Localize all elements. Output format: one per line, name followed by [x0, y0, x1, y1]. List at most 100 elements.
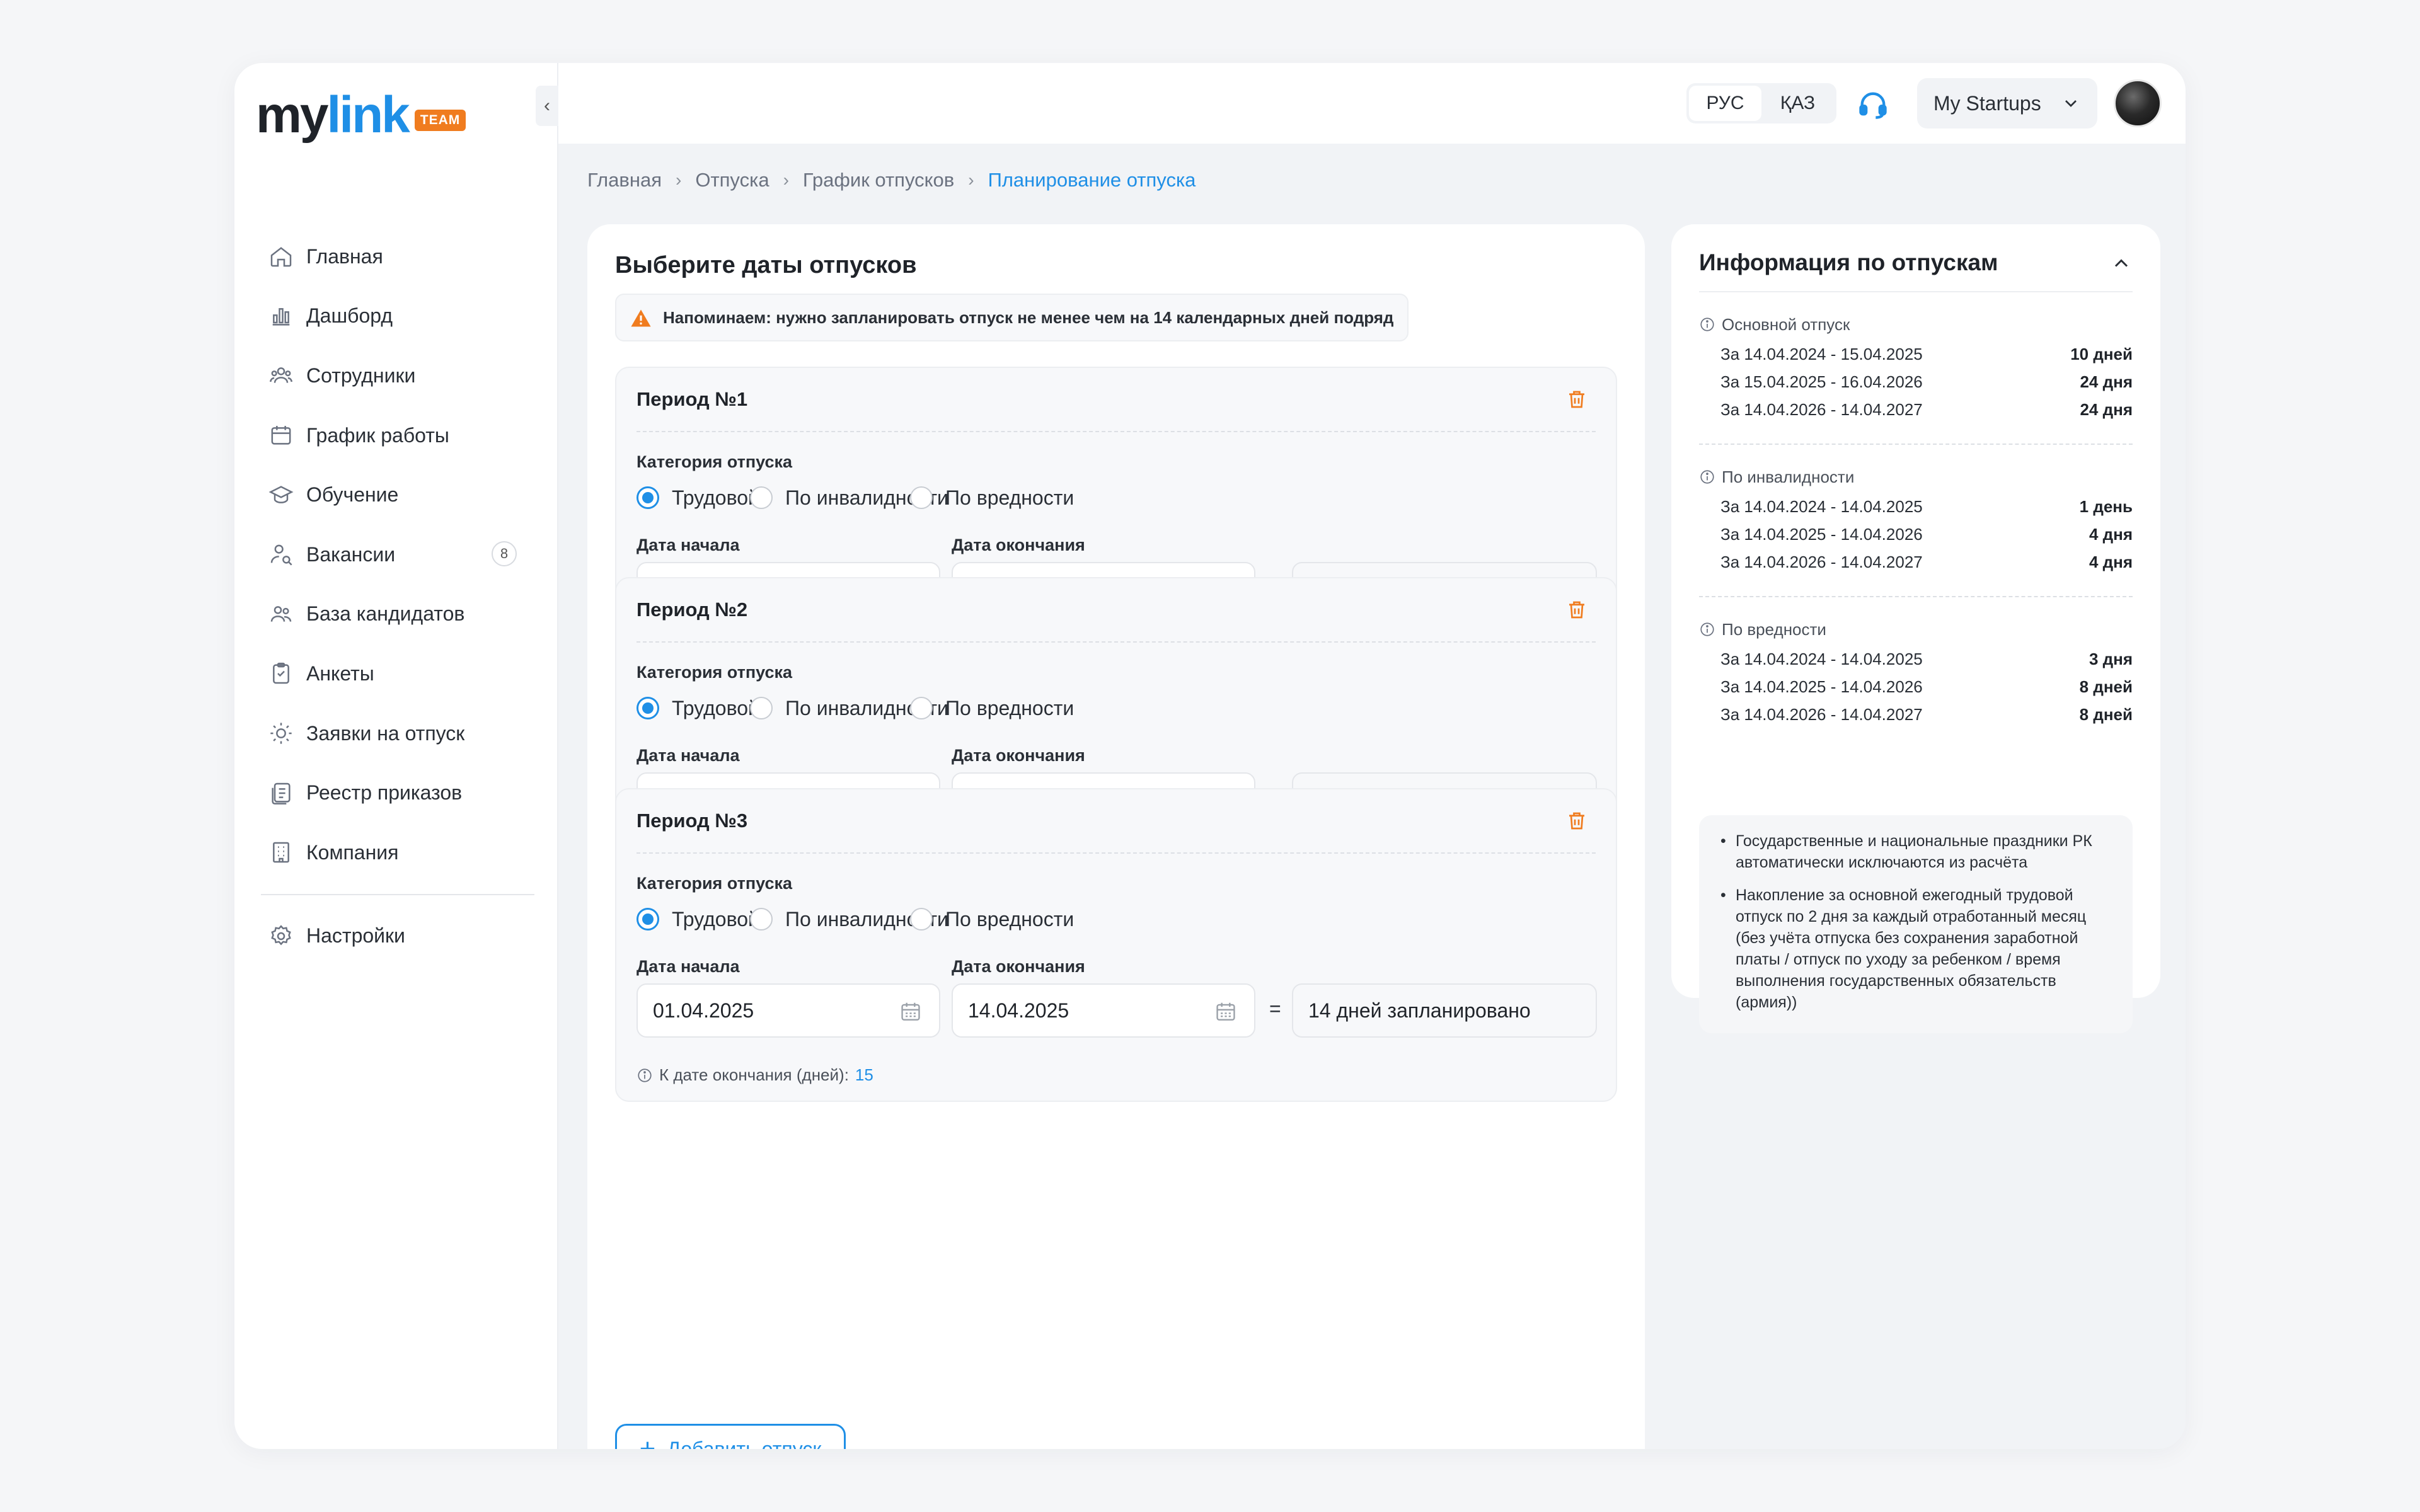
chevron-up-icon[interactable] [2110, 252, 2133, 275]
sidebar-item-orders-registry[interactable]: Реестр приказов [257, 763, 534, 823]
start-date-input[interactable]: 01.04.2025 [637, 983, 940, 1038]
sidebar-item-schedule[interactable]: График работы [257, 406, 534, 466]
radio-button[interactable] [910, 486, 933, 509]
period-title: Период №2 [637, 598, 748, 621]
candidates-icon [270, 605, 292, 622]
sidebar-item-dashboard[interactable]: Дашборд [257, 287, 534, 346]
end-date-label: Дата окончания [952, 957, 1085, 976]
home-icon [270, 247, 292, 267]
info-row: За 14.04.2026 - 14.04.2027 8 дней [1699, 701, 2133, 728]
sidebar-item-label: Сотрудники [306, 364, 416, 387]
app-window: my link TEAM ‹ Главная Дашборд Сотрудник… [234, 63, 2186, 1449]
sidebar-item-forms[interactable]: Анкеты [257, 644, 534, 704]
sidebar-item-label: Главная [306, 244, 383, 268]
category-radio-group: Трудовой По инвалидности По вредности [637, 693, 1267, 723]
breadcrumb-item-home[interactable]: Главная [587, 169, 662, 192]
info-row-period: За 14.04.2026 - 14.04.2027 [1720, 704, 1923, 724]
sidebar-item-employees[interactable]: Сотрудники [257, 346, 534, 406]
info-row: За 15.04.2025 - 16.04.2026 24 дня [1699, 368, 2133, 396]
info-section-title: По инвалидности [1699, 466, 2133, 488]
add-vacation-label: Добавить отпуск [667, 1437, 822, 1450]
radio-button[interactable] [637, 697, 659, 719]
lang-ru-option[interactable]: РУС [1689, 86, 1761, 121]
sidebar-item-label: База кандидатов [306, 602, 465, 626]
info-row: За 14.04.2026 - 14.04.2027 24 дня [1699, 396, 2133, 423]
radio-category-2[interactable]: По вредности [910, 483, 1074, 513]
radio-button[interactable] [910, 697, 933, 719]
sidebar-item-training[interactable]: Обучение [257, 465, 534, 525]
radio-category-0[interactable]: Трудовой [637, 693, 759, 723]
end-date-input[interactable]: 14.04.2025 [952, 983, 1255, 1038]
info-row-value: 24 дня [2080, 399, 2133, 419]
breadcrumb-item-leave-schedule[interactable]: График отпусков [803, 169, 954, 192]
note-item: Накопление за основной ежегодный трудово… [1720, 885, 2115, 1013]
hint-label: К дате окончания (дней): [659, 1065, 849, 1084]
radio-button[interactable] [750, 486, 773, 509]
radio-category-2[interactable]: По вредности [910, 904, 1074, 934]
note-item: Государственные и национальные праздники… [1720, 830, 2115, 873]
trash-icon[interactable] [1565, 598, 1588, 621]
info-row: За 14.04.2024 - 14.04.2025 3 дня [1699, 645, 2133, 673]
sidebar-item-label: Заявки на отпуск [306, 721, 465, 745]
sidebar-item-vacancies[interactable]: Вакансии 8 [257, 525, 534, 585]
sidebar-item-candidates[interactable]: База кандидатов [257, 585, 534, 644]
info-row: За 14.04.2024 - 15.04.2025 10 дней [1699, 340, 2133, 368]
info-row-period: За 15.04.2025 - 16.04.2026 [1720, 372, 1923, 391]
calendar-icon[interactable] [899, 1000, 923, 1024]
info-section: По вредности За 14.04.2024 - 14.04.2025 3 … [1699, 619, 2133, 728]
sidebar: my link TEAM ‹ Главная Дашборд Сотрудник… [234, 63, 558, 1449]
lang-kz-option[interactable]: ҚАЗ [1761, 86, 1834, 121]
sidebar-item-leave-requests[interactable]: Заявки на отпуск [257, 704, 534, 764]
info-row: За 14.04.2025 - 14.04.2026 4 дня [1699, 520, 2133, 548]
radio-button[interactable] [637, 486, 659, 509]
radio-button[interactable] [637, 908, 659, 931]
dashed-divider [1699, 444, 2133, 445]
logo[interactable]: my link TEAM [256, 86, 466, 145]
breadcrumb: Главная › Отпуска › График отпусков › Пл… [587, 169, 1196, 192]
user-search-icon [270, 544, 292, 566]
gear-icon [271, 925, 291, 946]
info-row-period: За 14.04.2024 - 14.04.2025 [1720, 496, 1923, 516]
radio-button[interactable] [750, 697, 773, 719]
collapse-sidebar-button[interactable]: ‹ [536, 86, 558, 126]
radio-label: Трудовой [672, 907, 759, 931]
add-vacation-button[interactable]: + Добавить отпуск [615, 1424, 846, 1449]
calendar-icon[interactable] [1214, 1000, 1238, 1024]
end-date-label: Дата окончания [952, 536, 1085, 554]
warning-icon [631, 309, 651, 327]
sidebar-item-label: Вакансии [306, 542, 396, 566]
vacancies-count-badge: 8 [492, 541, 517, 566]
equals-sign: = [1269, 997, 1281, 1020]
trash-icon[interactable] [1565, 810, 1588, 832]
vacation-period-card: Период №3 Категория отпуска Трудовой По и… [615, 788, 1617, 1102]
info-section-label: По инвалидности [1722, 467, 1855, 486]
hint-value: 15 [855, 1065, 873, 1084]
avatar[interactable] [2114, 79, 2162, 127]
planned-days-field: 14 дней запланировано [1292, 983, 1597, 1038]
logo-team-badge: TEAM [414, 110, 466, 131]
dashed-divider [1699, 596, 2133, 597]
sun-icon [270, 723, 292, 744]
info-row: За 14.04.2026 - 14.04.2027 4 дня [1699, 548, 2133, 576]
breadcrumb-item-leaves[interactable]: Отпуска [695, 169, 769, 192]
category-label: Категория отпуска [637, 874, 793, 893]
headset-icon[interactable] [1857, 88, 1889, 121]
plus-icon: + [639, 1433, 656, 1450]
radio-category-2[interactable]: По вредности [910, 693, 1074, 723]
radio-category-0[interactable]: Трудовой [637, 904, 759, 934]
radio-button[interactable] [910, 908, 933, 931]
sidebar-item-label: Настройки [306, 924, 405, 948]
organization-selector[interactable]: My Startups [1917, 78, 2097, 129]
radio-button[interactable] [750, 908, 773, 931]
radio-category-0[interactable]: Трудовой [637, 483, 759, 513]
sidebar-item-settings[interactable]: Настройки [257, 907, 534, 966]
info-title: Информация по отпускам [1699, 249, 1998, 275]
sidebar-item-home[interactable]: Главная [257, 227, 534, 287]
info-icon [638, 1068, 652, 1082]
info-row-period: За 14.04.2026 - 14.04.2027 [1720, 399, 1923, 419]
chevron-down-icon [2065, 100, 2077, 107]
start-date-label: Дата начала [637, 957, 740, 976]
info-icon [1700, 470, 1714, 484]
sidebar-item-company[interactable]: Компания [257, 823, 534, 883]
trash-icon[interactable] [1565, 388, 1588, 411]
